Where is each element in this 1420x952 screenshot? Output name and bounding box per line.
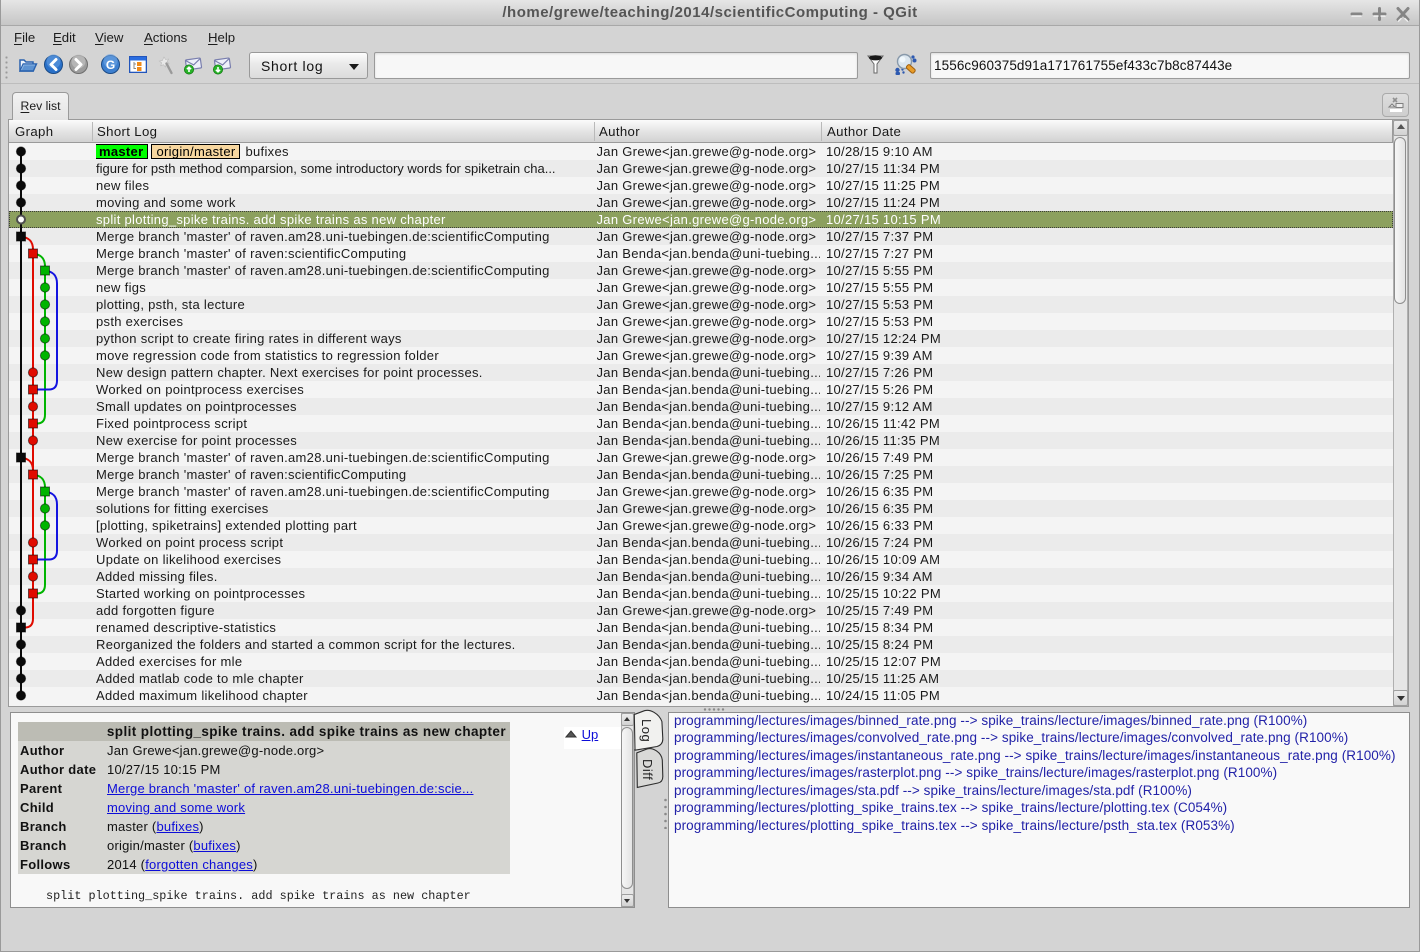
svg-text:G: G <box>106 58 115 72</box>
